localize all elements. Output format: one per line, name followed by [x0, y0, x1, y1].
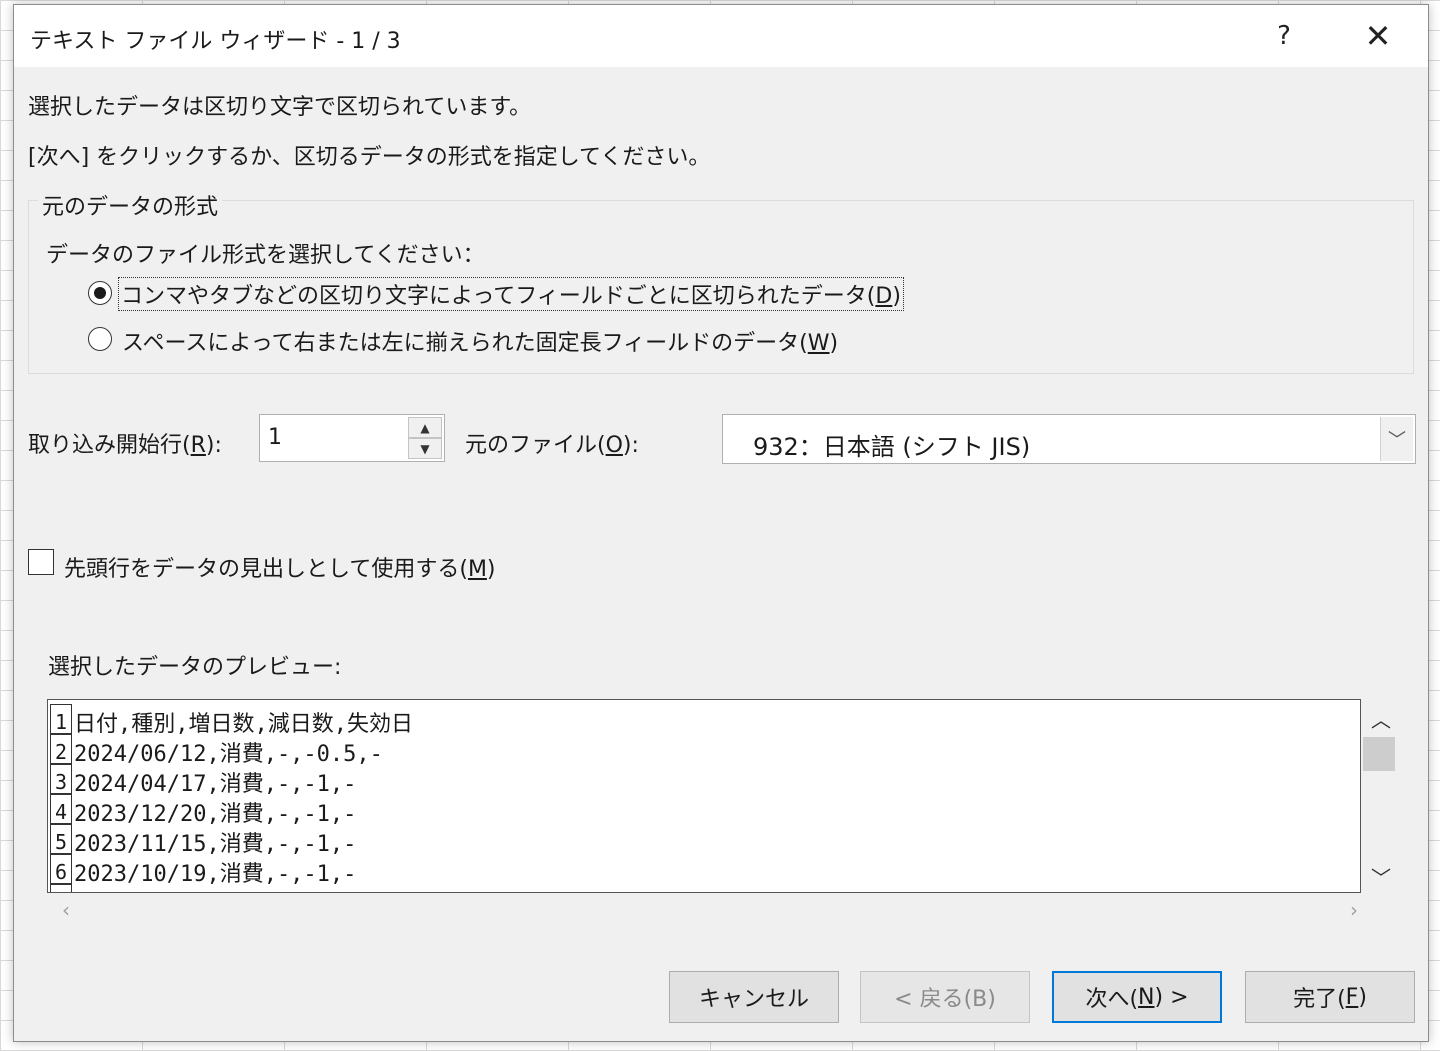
header-row-checkbox[interactable]: [28, 549, 54, 575]
preview-horizontal-scrollbar[interactable]: ‹ ›: [47, 893, 1361, 927]
spin-down-icon[interactable]: ▼: [408, 438, 442, 459]
group-legend: 元のデータの形式: [38, 189, 223, 221]
delimited-radio[interactable]: [88, 281, 112, 305]
start-row-stepper[interactable]: 1 ▲ ▼: [259, 414, 445, 462]
file-origin-label: 元のファイル(O):: [465, 433, 639, 458]
row-number: 6: [50, 854, 72, 884]
scroll-down-icon[interactable]: ﹀: [1361, 861, 1401, 891]
header-row-checkbox-label[interactable]: 先頭行をデータの見出しとして使用する(M): [64, 551, 496, 583]
start-row-label: 取り込み開始行(R):: [28, 433, 222, 458]
cancel-button[interactable]: キャンセル: [669, 971, 839, 1023]
intro-line-2: [次へ] をクリックするか、区切るデータの形式を指定してください。: [28, 145, 711, 170]
scroll-thumb[interactable]: [1363, 737, 1395, 771]
row-number: 5: [50, 824, 72, 854]
next-button[interactable]: 次へ(N) >: [1052, 971, 1222, 1023]
file-origin-select[interactable]: 932：日本語 (シフト JIS) ﹀: [722, 414, 1416, 464]
preview-label: 選択したデータのプレビュー:: [48, 655, 342, 680]
row-number: 1: [50, 704, 72, 734]
scroll-up-icon[interactable]: ︿: [1361, 703, 1401, 733]
help-icon: ?: [1277, 21, 1291, 51]
row-text: 2023/10/19,消費,-,-1,-: [74, 862, 357, 887]
row-text: 2023/12/20,消費,-,-1,-: [74, 802, 357, 827]
row-number: 4: [50, 794, 72, 824]
preview-vertical-scrollbar[interactable]: ︿ ﹀: [1361, 699, 1401, 893]
text-import-wizard-dialog: テキスト ファイル ウィザード - 1 / 3 ? ✕ 選択したデータは区切り文…: [13, 4, 1429, 1042]
title-bar: テキスト ファイル ウィザード - 1 / 3 ? ✕: [14, 5, 1428, 67]
back-button[interactable]: < 戻る(B): [860, 971, 1030, 1023]
row-text: 日付,種別,増日数,減日数,失効日: [74, 712, 413, 737]
row-text: 2024/06/12,消費,-,-0.5,-: [74, 742, 383, 767]
scroll-left-icon[interactable]: ‹: [51, 897, 81, 923]
spin-buttons: ▲ ▼: [408, 417, 442, 459]
delimited-radio-label[interactable]: コンマやタブなどの区切り文字によってフィールドごとに区切られたデータ(D): [118, 277, 904, 311]
fixed-width-radio[interactable]: [88, 327, 112, 351]
dialog-title: テキスト ファイル ウィザード - 1 / 3: [30, 29, 401, 54]
scroll-right-icon[interactable]: ›: [1339, 897, 1369, 923]
close-button[interactable]: ✕: [1332, 5, 1424, 67]
help-button[interactable]: ?: [1238, 5, 1330, 67]
start-row-value[interactable]: 1: [268, 425, 282, 450]
finish-button[interactable]: 完了(F): [1245, 971, 1415, 1023]
spin-up-icon[interactable]: ▲: [408, 417, 442, 438]
row-number: [50, 884, 72, 892]
data-preview[interactable]: 1 日付,種別,増日数,減日数,失効日 2 2024/06/12,消費,-,-0…: [47, 699, 1361, 893]
row-text: 2023/11/15,消費,-,-1,-: [74, 832, 357, 857]
row-text: 2024/04/17,消費,-,-1,-: [74, 772, 357, 797]
intro-line-1: 選択したデータは区切り文字で区切られています。: [28, 95, 532, 120]
fixed-width-radio-label[interactable]: スペースによって右または左に揃えられた固定長フィールドのデータ(W): [122, 325, 838, 357]
chevron-down-icon[interactable]: ﹀: [1380, 417, 1413, 461]
close-icon: ✕: [1364, 17, 1392, 55]
file-origin-value: 932：日本語 (シフト JIS): [753, 433, 1031, 461]
file-type-prompt: データのファイル形式を選択してください：: [46, 243, 485, 268]
row-number: 3: [50, 764, 72, 794]
row-number: 2: [50, 734, 72, 764]
